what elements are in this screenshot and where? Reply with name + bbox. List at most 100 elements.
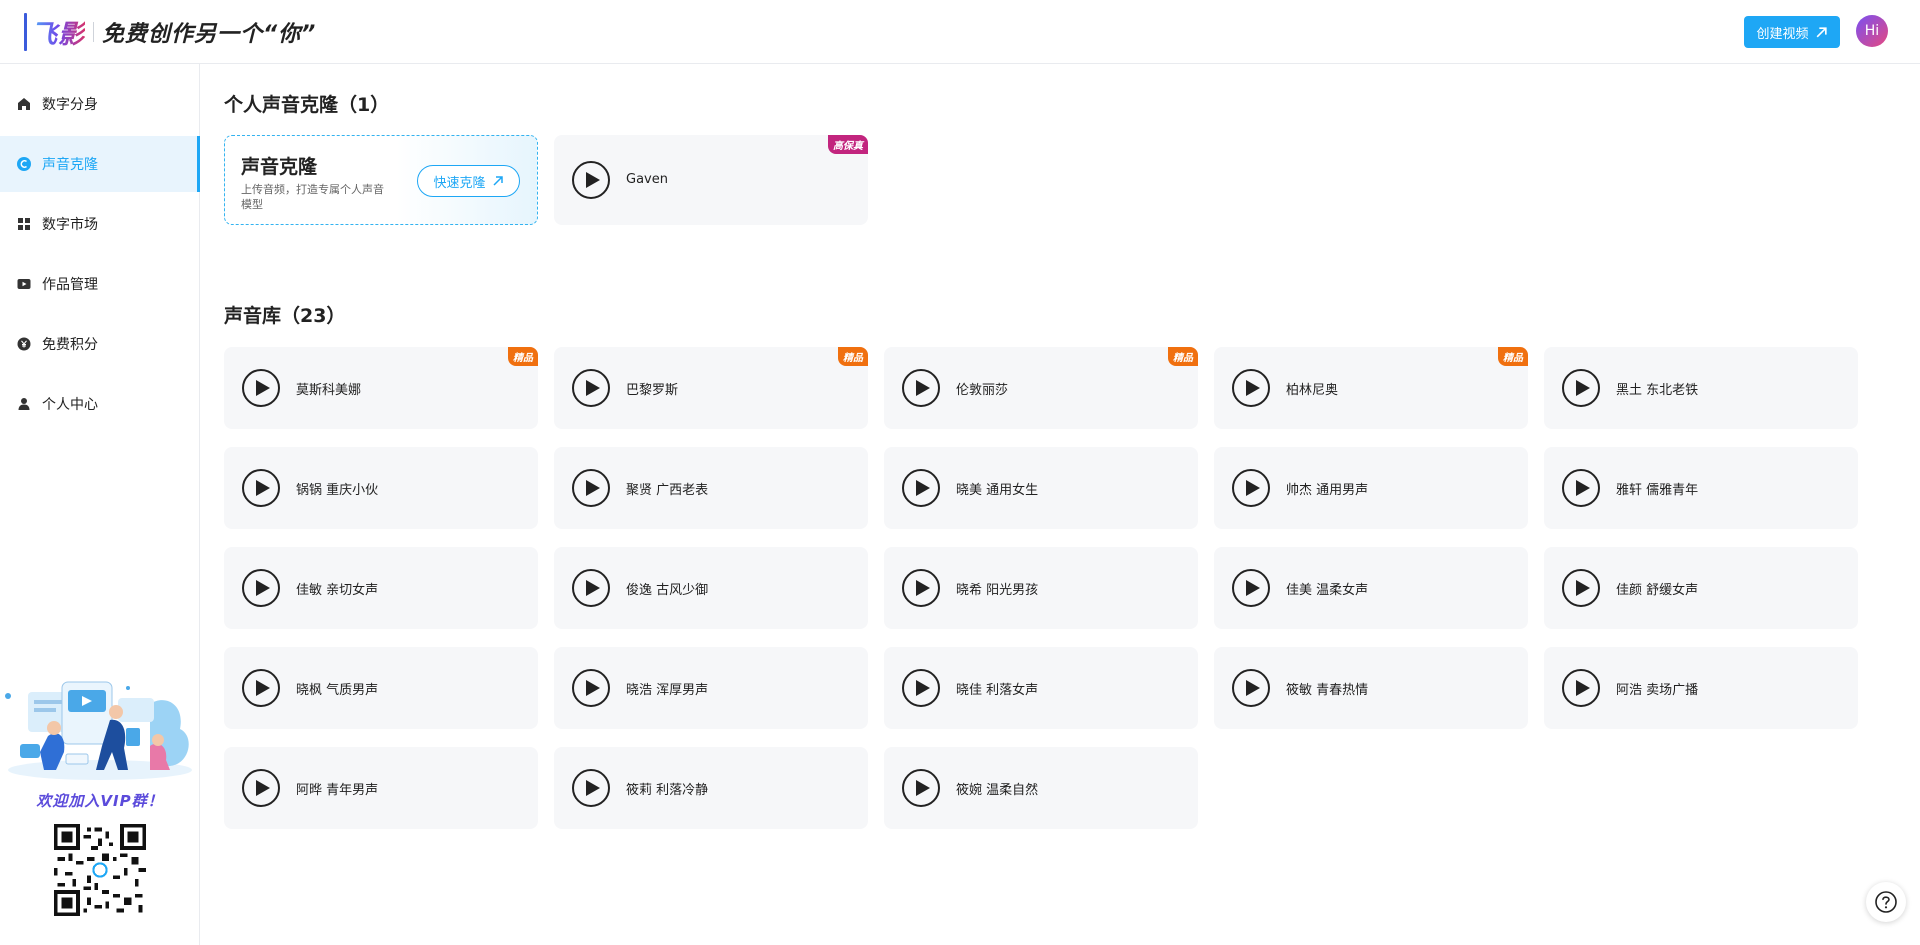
voice-card[interactable]: 筱婉 温柔自然: [884, 747, 1198, 829]
play-button[interactable]: [242, 669, 280, 707]
sidebar-item-label: 声音克隆: [42, 157, 98, 173]
play-button[interactable]: [902, 369, 940, 407]
play-icon: [1245, 480, 1260, 496]
voice-card[interactable]: 晓美 通用女生: [884, 447, 1198, 529]
play-button[interactable]: [572, 161, 610, 199]
voice-card[interactable]: 莫斯科美娜 精品: [224, 347, 538, 429]
play-icon: [915, 480, 930, 496]
play-button[interactable]: [1562, 469, 1600, 507]
play-icon: [585, 172, 600, 188]
play-icon: [255, 580, 270, 596]
voice-card[interactable]: 晓枫 气质男声: [224, 647, 538, 729]
voice-card[interactable]: 锅锅 重庆小伙: [224, 447, 538, 529]
voice-card[interactable]: 巴黎罗斯 精品: [554, 347, 868, 429]
play-button[interactable]: [242, 569, 280, 607]
voice-card[interactable]: 俊逸 古风少御: [554, 547, 868, 629]
play-button[interactable]: [242, 769, 280, 807]
play-button[interactable]: [1232, 469, 1270, 507]
voice-card[interactable]: 筱莉 利落冷静: [554, 747, 868, 829]
grid-icon: [18, 218, 30, 230]
qr-code: [54, 824, 146, 916]
sidebar-item-voice-clone[interactable]: 声音克隆: [0, 136, 200, 192]
voice-card[interactable]: 晓佳 利落女声: [884, 647, 1198, 729]
voice-name: 晓浩 浑厚男声: [626, 683, 709, 698]
voice-name: 帅杰 通用男声: [1286, 483, 1369, 498]
voice-name: 俊逸 古风少御: [626, 583, 709, 598]
home-icon: [18, 98, 30, 110]
play-button[interactable]: [902, 769, 940, 807]
sidebar-item-label: 个人中心: [42, 397, 98, 413]
voice-card[interactable]: 帅杰 通用男声: [1214, 447, 1528, 529]
play-button[interactable]: [1562, 669, 1600, 707]
play-button[interactable]: [902, 469, 940, 507]
voice-name: 佳颜 舒缓女声: [1616, 583, 1699, 598]
voice-card[interactable]: 佳敏 亲切女声: [224, 547, 538, 629]
voice-card[interactable]: 佳美 温柔女声: [1214, 547, 1528, 629]
premium-badge: 精品: [508, 347, 538, 366]
brand[interactable]: 飞影 免费创作另一个“你”: [24, 12, 316, 52]
voice-card-gaven[interactable]: Gaven 高保真: [554, 135, 868, 225]
voice-name: 晓佳 利落女声: [956, 683, 1039, 698]
play-button[interactable]: [1232, 369, 1270, 407]
brand-separator: [93, 22, 95, 42]
play-icon: [1575, 580, 1590, 596]
play-button[interactable]: [1232, 669, 1270, 707]
sidebar-item-digital-market[interactable]: 数字市场: [0, 196, 200, 252]
voice-card[interactable]: 黑土 东北老铁: [1544, 347, 1858, 429]
play-button[interactable]: [1562, 369, 1600, 407]
voice-name: 筱婉 温柔自然: [956, 783, 1039, 798]
voice-card[interactable]: 晓希 阳光男孩: [884, 547, 1198, 629]
play-icon: [1245, 380, 1260, 396]
voice-name: 阿浩 卖场广播: [1616, 683, 1699, 698]
sidebar-item-label: 作品管理: [42, 277, 98, 293]
play-icon: [255, 380, 270, 396]
sidebar-item-personal-center[interactable]: 个人中心: [0, 376, 200, 432]
sidebar-item-digital-avatar[interactable]: 数字分身: [0, 76, 200, 132]
avatar[interactable]: Hi: [1856, 15, 1888, 47]
play-icon: [1245, 680, 1260, 696]
play-button[interactable]: [572, 469, 610, 507]
voice-clone-card[interactable]: 声音克隆 上传音频，打造专属个人声音模型 快速克隆: [224, 135, 538, 225]
play-button[interactable]: [242, 469, 280, 507]
voice-name: 阿晔 青年男声: [296, 783, 379, 798]
sidebar-item-free-points[interactable]: 免费积分: [0, 316, 200, 372]
play-button[interactable]: [572, 569, 610, 607]
premium-badge: 精品: [838, 347, 868, 366]
voice-card[interactable]: 柏林尼奥 精品: [1214, 347, 1528, 429]
play-icon: [1575, 480, 1590, 496]
play-icon: [255, 680, 270, 696]
play-button[interactable]: [572, 769, 610, 807]
play-button[interactable]: [1232, 569, 1270, 607]
create-video-label: 创建视频: [1756, 26, 1809, 42]
play-button[interactable]: [1562, 569, 1600, 607]
sidebar-item-works[interactable]: 作品管理: [0, 256, 200, 312]
voice-card[interactable]: 阿浩 卖场广播: [1544, 647, 1858, 729]
clone-card-description: 上传音频，打造专属个人声音模型: [241, 183, 384, 211]
play-button[interactable]: [902, 669, 940, 707]
voice-card[interactable]: 雅轩 儒雅青年: [1544, 447, 1858, 529]
play-button[interactable]: [572, 369, 610, 407]
voice-name: 柏林尼奥: [1286, 383, 1339, 398]
voice-card[interactable]: 阿晔 青年男声: [224, 747, 538, 829]
voice-name: 佳敏 亲切女声: [296, 583, 379, 598]
voice-card[interactable]: 晓浩 浑厚男声: [554, 647, 868, 729]
quick-clone-button[interactable]: 快速克隆: [417, 165, 520, 197]
voice-card[interactable]: 筱敏 青春热情: [1214, 647, 1528, 729]
premium-badge: 精品: [1168, 347, 1198, 366]
help-button[interactable]: [1866, 882, 1906, 922]
play-button[interactable]: [902, 569, 940, 607]
voice-name: 晓枫 气质男声: [296, 683, 379, 698]
create-video-button[interactable]: 创建视频: [1744, 16, 1840, 48]
voice-name: 伦敦丽莎: [956, 383, 1009, 398]
voice-card[interactable]: 聚贤 广西老表: [554, 447, 868, 529]
voice-name: 锅锅 重庆小伙: [296, 483, 379, 498]
voice-name: 聚贤 广西老表: [626, 483, 709, 498]
play-button[interactable]: [572, 669, 610, 707]
play-button[interactable]: [242, 369, 280, 407]
personal-voice-clone-title: 个人声音克隆（1）: [224, 94, 390, 116]
voice-card[interactable]: 佳颜 舒缓女声: [1544, 547, 1858, 629]
arrow-up-right-icon: [492, 176, 503, 186]
voice-card[interactable]: 伦敦丽莎 精品: [884, 347, 1198, 429]
play-icon: [1575, 380, 1590, 396]
play-icon: [915, 380, 930, 396]
